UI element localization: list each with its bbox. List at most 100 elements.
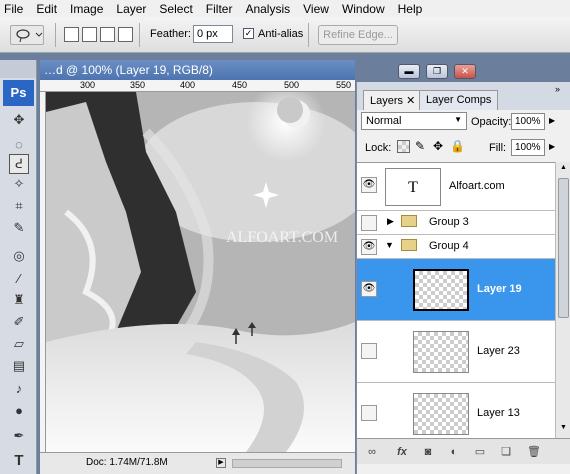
layer-name[interactable]: Group 4	[429, 240, 469, 252]
layer-name[interactable]: Layer 19	[477, 283, 522, 295]
watermark-text: ALFOART.COM	[226, 229, 338, 246]
layer-list: 👁 T Alfoart.com ▶ Group 3 👁 ▼ Group 4 👁 …	[357, 162, 555, 438]
panel-collapse-icon[interactable]: »	[555, 84, 560, 94]
layer-name[interactable]: Group 3	[429, 216, 469, 228]
subtract-selection-mode-button[interactable]	[100, 27, 115, 42]
status-menu-arrow-icon[interactable]: ▶	[216, 458, 226, 468]
lock-all-icon[interactable]: 🔒	[450, 139, 465, 153]
brush-tool-icon[interactable]: ⁄	[9, 268, 29, 288]
refine-edge-button[interactable]: Refine Edge...	[318, 25, 398, 45]
opacity-input[interactable]: 100%	[511, 113, 545, 130]
visibility-toggle[interactable]	[361, 405, 377, 421]
lasso-icon	[16, 29, 43, 43]
layer-row-group-4[interactable]: 👁 ▼ Group 4	[357, 235, 555, 259]
visibility-eye-icon[interactable]: 👁	[361, 177, 377, 193]
scroll-down-icon[interactable]: ▼	[558, 424, 569, 434]
dodge-tool-icon[interactable]: ♪	[9, 378, 29, 398]
layer-row-layer-23[interactable]: Layer 23	[357, 321, 555, 383]
visibility-eye-icon[interactable]: 👁	[361, 281, 377, 297]
move-tool-icon[interactable]: ✥	[9, 110, 29, 130]
layers-scrollbar[interactable]: ▲ ▼	[555, 162, 570, 438]
options-separator	[308, 23, 309, 47]
expand-arrow-icon[interactable]: ▶	[387, 216, 394, 227]
marquee-tool-icon[interactable]: ◌	[9, 134, 29, 154]
delete-layer-icon[interactable]: 🗑	[525, 443, 543, 461]
tool-preset-picker[interactable]	[10, 25, 44, 45]
tab-layers-label: Layers	[370, 95, 404, 107]
horizontal-scrollbar[interactable]	[232, 459, 342, 468]
scroll-up-icon[interactable]: ▲	[558, 164, 569, 174]
minimize-icon[interactable]: ▬	[398, 64, 420, 79]
layers-panel: Layers ✕ Layer Comps » Normal ▼ Opacity:…	[356, 82, 570, 474]
restore-icon[interactable]: ❐	[426, 64, 448, 79]
layer-row-layer-19[interactable]: 👁 Layer 19	[357, 259, 555, 321]
layer-name[interactable]: Layer 23	[477, 345, 520, 357]
lock-position-icon[interactable]: ✥	[433, 139, 443, 153]
pen-tool-icon[interactable]: ✒	[9, 426, 29, 446]
toolbox-grip[interactable]	[0, 60, 36, 78]
document-window: …d @ 100% (Layer 19, RGB/8) 300 350 400 …	[40, 60, 355, 474]
menu-edit[interactable]: Edit	[36, 2, 57, 16]
clone-stamp-tool-icon[interactable]: ♜	[9, 290, 29, 310]
feather-label: Feather:	[150, 28, 191, 40]
layer-name[interactable]: Layer 13	[477, 407, 520, 419]
menu-image[interactable]: Image	[70, 2, 103, 16]
visibility-toggle[interactable]	[361, 343, 377, 359]
collapse-arrow-icon[interactable]: ▼	[385, 240, 394, 250]
fill-input[interactable]: 100%	[511, 139, 545, 156]
feather-input[interactable]: 0 px	[193, 25, 233, 43]
tab-layer-comps[interactable]: Layer Comps	[419, 90, 499, 110]
tab-layers[interactable]: Layers ✕	[363, 90, 423, 110]
close-icon[interactable]: ✕	[454, 64, 476, 79]
link-layers-icon[interactable]: ∞	[363, 443, 381, 461]
opacity-chevron-icon[interactable]: ▶	[549, 116, 555, 125]
scrollbar-thumb[interactable]	[558, 178, 569, 318]
new-selection-mode-button[interactable]	[64, 27, 79, 42]
layer-style-icon[interactable]: fx	[393, 443, 411, 461]
add-selection-mode-button[interactable]	[82, 27, 97, 42]
status-bar: Doc: 1.74M/71.8M ▶	[40, 452, 355, 474]
image-canvas[interactable]: ALFOART.COM	[46, 92, 355, 452]
type-tool-icon[interactable]: T	[9, 450, 29, 470]
crop-tool-icon[interactable]: ⌗	[9, 196, 29, 216]
document-size-status[interactable]: Doc: 1.74M/71.8M	[86, 453, 168, 473]
burn-tool-icon[interactable]: ●	[9, 400, 29, 420]
history-brush-tool-icon[interactable]: ✐	[9, 312, 29, 332]
eraser-tool-icon[interactable]: ▱	[9, 334, 29, 354]
lasso-tool-icon[interactable]: ᕍ	[9, 154, 29, 174]
menu-bar: File Edit Image Layer Select Filter Anal…	[0, 0, 570, 17]
menu-select[interactable]: Select	[159, 2, 192, 16]
healing-brush-tool-icon[interactable]: ◎	[9, 246, 29, 266]
eyedropper-tool-icon[interactable]: ✎	[9, 218, 29, 238]
layer-row-group-3[interactable]: ▶ Group 3	[357, 211, 555, 235]
menu-window[interactable]: Window	[342, 2, 385, 16]
menu-view[interactable]: View	[303, 2, 329, 16]
horizontal-ruler: 300 350 400 450 500 550	[40, 80, 355, 92]
lock-pixels-icon[interactable]: ✎	[415, 139, 425, 153]
menu-analysis[interactable]: Analysis	[245, 2, 290, 16]
photoshop-logo[interactable]: Ps	[3, 80, 34, 106]
blend-mode-select[interactable]: Normal ▼	[361, 112, 467, 130]
layer-mask-icon[interactable]: ◙	[419, 443, 437, 461]
ruler-tick-label: 300	[80, 80, 96, 90]
menu-help[interactable]: Help	[398, 2, 423, 16]
close-tab-icon[interactable]: ✕	[406, 95, 415, 107]
new-group-icon[interactable]: ▭	[471, 443, 489, 461]
visibility-toggle[interactable]	[361, 215, 377, 231]
intersect-selection-mode-button[interactable]	[118, 27, 133, 42]
gradient-tool-icon[interactable]: ▤	[9, 356, 29, 376]
visibility-eye-icon[interactable]: 👁	[361, 239, 377, 255]
layer-row-layer-13[interactable]: Layer 13	[357, 383, 555, 438]
document-title[interactable]: …d @ 100% (Layer 19, RGB/8)	[40, 60, 355, 80]
menu-filter[interactable]: Filter	[206, 2, 233, 16]
menu-layer[interactable]: Layer	[116, 2, 146, 16]
layer-row-alfoart[interactable]: 👁 T Alfoart.com	[357, 163, 555, 211]
layer-name[interactable]: Alfoart.com	[449, 180, 505, 192]
magic-wand-tool-icon[interactable]: ✧	[9, 174, 29, 194]
adjustment-layer-icon[interactable]: ◐	[445, 443, 463, 461]
new-layer-icon[interactable]: ❏	[497, 443, 515, 461]
fill-chevron-icon[interactable]: ▶	[549, 142, 555, 151]
menu-file[interactable]: File	[4, 2, 23, 16]
lock-transparency-icon[interactable]	[397, 140, 410, 153]
antialias-checkbox[interactable]: ✓	[243, 28, 254, 39]
